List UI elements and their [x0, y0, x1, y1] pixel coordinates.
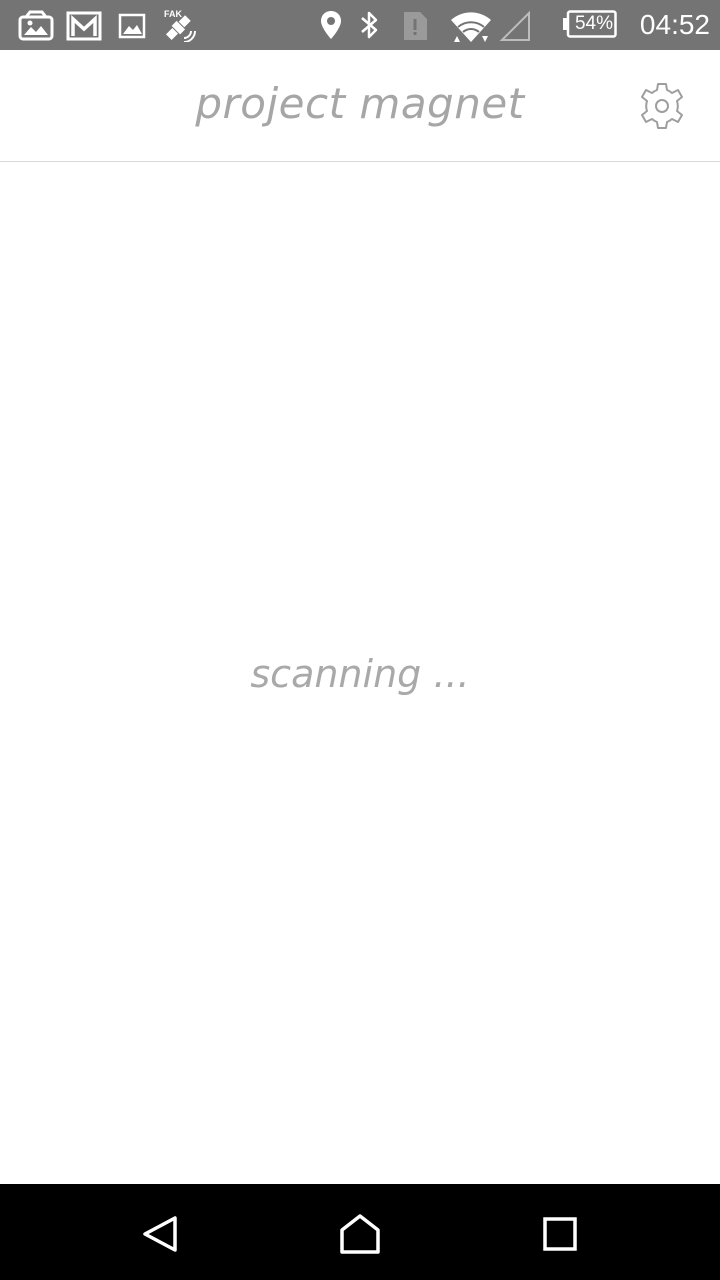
settings-button[interactable] [636, 80, 688, 132]
battery-percent: 54% [574, 13, 614, 34]
battery-indicator: 54% [563, 10, 617, 38]
back-button[interactable] [132, 1206, 188, 1262]
gmail-icon [66, 11, 102, 41]
recents-icon [543, 1217, 577, 1251]
bluetooth-icon [361, 11, 378, 39]
fake-gps-icon: FAK [164, 9, 196, 42]
image-icon [118, 13, 146, 39]
cell-signal-icon [499, 10, 530, 41]
svg-text:FAK: FAK [164, 9, 183, 19]
wifi-icon [451, 12, 491, 42]
sim-alert-icon [404, 12, 427, 40]
clock: 04:52 [639, 9, 710, 40]
status-bar: FAK 54% 04:52 [0, 0, 720, 50]
main-content: scanning ... [0, 162, 720, 1184]
recents-button[interactable] [532, 1206, 588, 1262]
nav-bar [0, 1184, 720, 1280]
location-icon [321, 11, 341, 39]
gear-icon [641, 83, 683, 129]
scanning-status: scanning ... [250, 652, 470, 696]
home-button[interactable] [332, 1206, 388, 1262]
home-icon [340, 1214, 380, 1254]
app-title: project magnet [195, 79, 525, 128]
back-icon [143, 1216, 177, 1252]
photo-notification-icon [18, 10, 54, 41]
app-bar: project magnet [0, 50, 720, 162]
